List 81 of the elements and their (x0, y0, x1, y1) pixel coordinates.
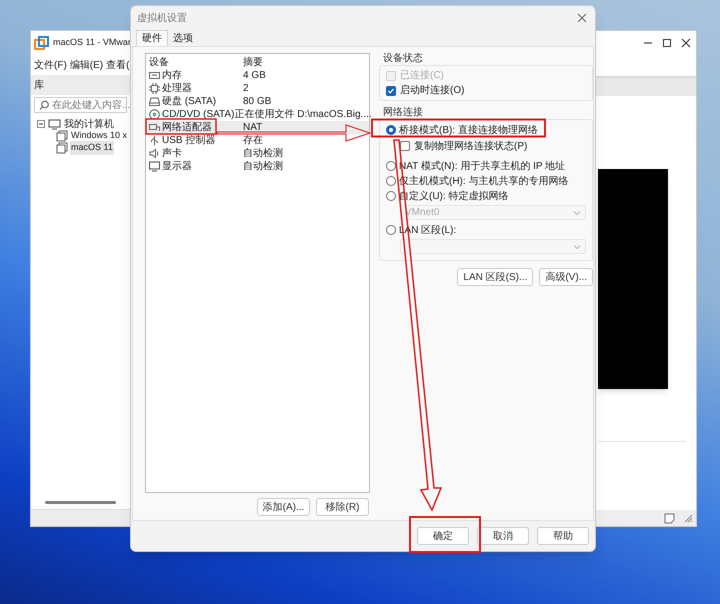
radio-button[interactable] (386, 161, 396, 171)
device-row[interactable]: 网络适配器 NAT (146, 121, 369, 134)
column-header: 设备 (149, 57, 169, 68)
menu-item[interactable]: 查看( (106, 58, 130, 72)
network-adapter-icon (149, 122, 160, 133)
device-row[interactable]: 显示器 自动检测 (146, 160, 369, 173)
window-title: macOS 11 - VMwar (53, 36, 131, 50)
device-name: 显示器 (162, 161, 192, 172)
memory-icon (149, 70, 160, 81)
annotation-frame (409, 516, 481, 553)
chevron-down-icon (573, 244, 581, 250)
checkbox-label: 复制物理网络连接状态(P) (414, 140, 528, 154)
radio-button[interactable] (386, 191, 396, 201)
device-summary: NAT (243, 122, 262, 133)
computer-icon (48, 118, 61, 130)
usb-icon (149, 135, 160, 146)
chevron-down-icon (573, 210, 581, 216)
radio-button[interactable] (386, 125, 396, 135)
device-summary: 正在使用文件 D:\macOS.Big.... (234, 109, 372, 120)
library-title: 库 (34, 78, 44, 92)
dialog-button[interactable]: 移除(R) (316, 498, 369, 516)
tab[interactable]: 选项 (168, 30, 198, 46)
menu-item[interactable]: 文件(F) (34, 58, 67, 72)
device-row[interactable]: CD/DVD (SATA)正在使用文件 D:\macOS.Big.... (146, 108, 369, 121)
tab[interactable]: 硬件 (136, 30, 168, 46)
column-header: 摘要 (243, 57, 263, 68)
device-name: 网络适配器 (162, 122, 212, 133)
annotation-frame (145, 118, 217, 135)
monitor-icon (149, 161, 160, 172)
dialog-button[interactable]: LAN 区段(S)... (457, 268, 534, 286)
device-summary: 80 GB (243, 96, 272, 107)
drive-icon (149, 96, 160, 107)
note-icon (664, 512, 675, 524)
close-icon (681, 38, 691, 48)
group-title: 设备状态 (382, 53, 424, 65)
search-icon (39, 100, 49, 110)
dialog-title: 虚拟机设置 (137, 12, 187, 26)
checkbox-label: 启动时连接(O) (400, 84, 464, 98)
close-icon (577, 13, 587, 23)
chip-icon (149, 83, 160, 94)
radio-button[interactable] (386, 176, 396, 186)
radio-label: 桥接模式(B): 直接连接物理网络 (399, 124, 538, 136)
tree-item[interactable]: 我的计算机 (64, 116, 114, 132)
dialog-button[interactable]: 高级(V)... (539, 268, 593, 286)
dialog-button[interactable]: 添加(A)... (257, 498, 310, 516)
device-name: 处理器 (162, 83, 192, 94)
tree-item[interactable]: Windows 10 x (70, 129, 128, 143)
tree-item[interactable]: macOS 11 (70, 141, 114, 155)
checkbox[interactable] (386, 86, 396, 96)
device-name: 硬盘 (SATA) (162, 96, 216, 107)
device-summary: 4 GB (243, 70, 266, 81)
vm-icon (56, 142, 68, 154)
speaker-icon (149, 148, 160, 159)
vm-icon (56, 130, 68, 142)
checkbox-label: 已连接(C) (400, 68, 444, 83)
device-summary: 2 (243, 83, 249, 94)
checkbox[interactable] (400, 141, 410, 151)
dialog-button[interactable]: 确定 (417, 527, 469, 545)
app-logo-icon (34, 36, 49, 50)
maximize-icon (662, 38, 672, 48)
dialog-button[interactable]: 取消 (477, 527, 529, 545)
device-name: 声卡 (162, 148, 182, 159)
resize-grip-icon (683, 513, 693, 523)
search-field[interactable]: 在此处键入内容... (34, 97, 127, 113)
device-row[interactable]: USB 控制器 存在 (146, 134, 369, 147)
device-row[interactable]: 声卡 自动检测 (146, 147, 369, 160)
dialog-button[interactable]: 帮助 (537, 527, 589, 545)
device-row[interactable]: 内存 4 GB (146, 69, 369, 82)
radio-button[interactable] (386, 225, 396, 235)
group-title: 网络连接 (382, 107, 424, 119)
device-name: 内存 (162, 70, 182, 81)
menu-item[interactable]: 编辑(E) (70, 58, 104, 72)
device-summary: 存在 (243, 135, 263, 146)
device-row[interactable]: 处理器 2 (146, 82, 369, 95)
device-name: USB 控制器 (162, 135, 216, 146)
disc-icon (149, 109, 160, 120)
device-row[interactable]: 硬盘 (SATA) 80 GB (146, 95, 369, 108)
scrollbar-thumb[interactable] (45, 501, 116, 504)
device-summary: 自动检测 (243, 161, 283, 172)
device-name: CD/DVD (SATA) (162, 109, 234, 120)
device-summary: 自动检测 (243, 148, 283, 159)
